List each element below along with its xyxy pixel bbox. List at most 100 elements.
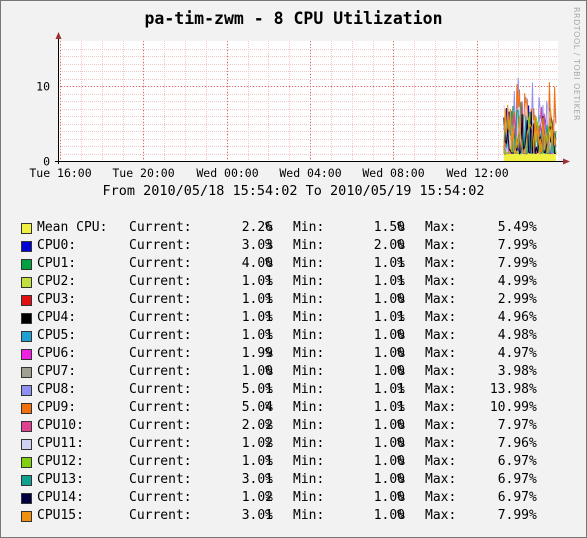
legend-max-value: 7.96 [497,436,529,451]
legend-max-value: 7.99 [497,238,529,253]
legend-unit: % [529,346,537,361]
legend-series-name: CPU15: [37,508,84,523]
x-tick-label: Wed 00:00 [196,166,258,180]
legend-min-label: Min: [293,310,325,325]
legend-unit: % [529,436,537,451]
legend-swatch [21,367,32,378]
time-range: From 2010/05/18 15:54:02 To 2010/05/19 1… [102,183,485,199]
legend-unit: % [265,382,273,397]
legend-current-label: Current: [129,238,192,253]
legend-series-name: CPU10: [37,418,84,433]
legend-unit: % [265,310,273,325]
legend-min-label: Min: [293,418,325,433]
legend-series-name: CPU7: [37,364,77,379]
legend-min-label: Min: [293,256,325,271]
legend-unit: % [397,508,405,523]
legend-max-value: 7.99 [497,256,529,271]
legend-current-label: Current: [129,310,192,325]
chart-plot: Tue 16:00 Tue 20:00 Wed 00:00 Wed 04:00 Wed … [29,32,570,180]
legend-current-label: Current: [129,418,192,433]
y-tick-label: 0 [43,155,50,169]
legend-series-name: CPU2: [37,274,77,289]
legend-current-label: Current: [129,256,192,271]
legend-series-name: CPU4: [37,310,77,325]
legend-unit: % [397,382,405,397]
legend-min-label: Min: [293,364,325,379]
legend-row: CPU10: Current: 2.02% Min: 1.00% Max: 7.97% [1,417,586,435]
legend-unit: % [397,490,405,505]
legend-unit: % [397,274,405,289]
legend-row: Mean CPU: Current: 2.26% Min: 1.50% Max: 5.49% [1,219,586,237]
legend-row: CPU2: Current: 1.01% Min: 1.01% Max: 4.99% [1,273,586,291]
legend-unit: % [397,400,405,415]
legend-current-label: Current: [129,436,192,451]
legend-swatch [21,259,32,270]
legend-row: CPU1: Current: 4.00% Min: 1.01% Max: 7.99% [1,255,586,273]
graph-frame: pa-tim-zwm - 8 CPU Utilization RRDTOOL /… [0,0,587,538]
legend-row: CPU14: Current: 1.02% Min: 1.00% Max: 6.97% [1,489,586,507]
legend-unit: % [265,292,273,307]
legend-unit: % [265,436,273,451]
legend-series-name: CPU5: [37,328,77,343]
legend-unit: % [397,346,405,361]
legend-unit: % [265,454,273,469]
x-tick-label: Wed 04:00 [279,166,341,180]
legend-unit: % [265,346,273,361]
legend-current-label: Current: [129,364,192,379]
legend-unit: % [397,328,405,343]
legend-unit: % [397,292,405,307]
legend-unit: % [529,328,537,343]
legend-max-value: 7.99 [497,508,529,523]
legend-min-label: Min: [293,454,325,469]
legend-row: CPU6: Current: 1.99% Min: 1.00% Max: 4.97% [1,345,586,363]
legend-min-label: Min: [293,400,325,415]
legend-max-label: Max: [425,310,457,325]
legend-row: CPU8: Current: 5.01% Min: 1.01% Max: 13.98% [1,381,586,399]
legend-current-label: Current: [129,400,192,415]
legend-max-value: 13.98 [489,382,529,397]
legend-swatch [21,421,32,432]
legend-min-label: Min: [293,472,325,487]
legend-row: CPU5: Current: 1.01% Min: 1.00% Max: 4.98% [1,327,586,345]
legend-max-label: Max: [425,472,457,487]
legend-max-label: Max: [425,274,457,289]
legend-current-label: Current: [129,454,192,469]
legend-swatch [21,439,32,450]
legend-unit: % [265,400,273,415]
legend-max-value: 6.97 [497,490,529,505]
legend-swatch [21,349,32,360]
legend-current-label: Current: [129,472,192,487]
legend-series-name: CPU12: [37,454,84,469]
legend-swatch [21,277,32,288]
legend-max-label: Max: [425,328,457,343]
legend-max-label: Max: [425,508,457,523]
legend-max-label: Max: [425,418,457,433]
legend-max-value: 6.97 [497,454,529,469]
legend-swatch [21,331,32,342]
legend-max-value: 4.97 [497,346,529,361]
legend-max-label: Max: [425,346,457,361]
legend-unit: % [265,490,273,505]
legend-unit: % [529,472,537,487]
legend-unit: % [397,256,405,271]
legend-unit: % [397,310,405,325]
legend-min-label: Min: [293,274,325,289]
legend-row: CPU7: Current: 1.00% Min: 1.00% Max: 3.98% [1,363,586,381]
legend-unit: % [397,418,405,433]
legend-unit: % [529,220,537,235]
legend-series-name: CPU8: [37,382,77,397]
legend-unit: % [265,238,273,253]
y-tick-label: 10 [36,80,50,94]
legend-max-label: Max: [425,490,457,505]
legend-max-label: Max: [425,256,457,271]
legend-unit: % [529,508,537,523]
legend-series-name: CPU6: [37,346,77,361]
legend-unit: % [265,256,273,271]
legend-unit: % [265,472,273,487]
legend-row: CPU12: Current: 1.01% Min: 1.00% Max: 6.97% [1,453,586,471]
legend-max-value: 4.96 [497,310,529,325]
legend-min-label: Min: [293,436,325,451]
legend-max-label: Max: [425,220,457,235]
legend-max-value: 10.99 [489,400,529,415]
legend-series-name: CPU11: [37,436,84,451]
